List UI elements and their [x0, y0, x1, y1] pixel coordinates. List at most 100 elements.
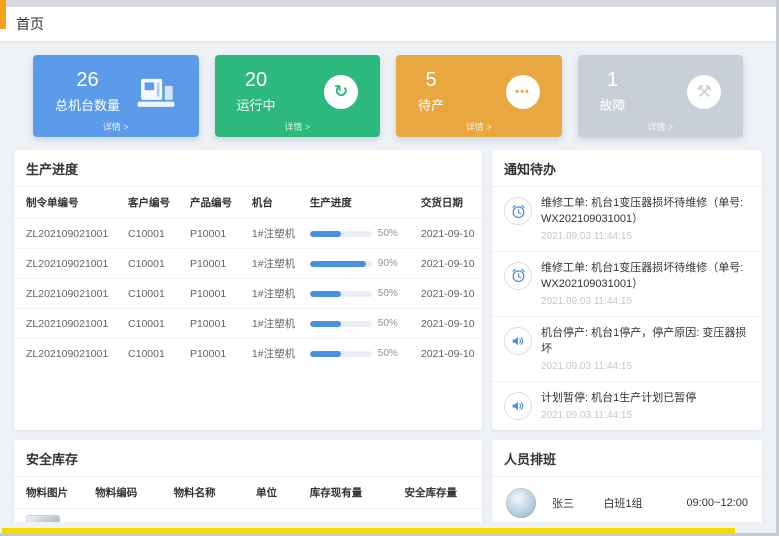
cell-date: 2021-09-10 — [416, 339, 482, 369]
speaker-icon — [504, 327, 532, 355]
stat-value: 5 — [418, 69, 444, 91]
panel-title: 人员排班 — [492, 440, 762, 477]
progress-bar — [310, 231, 372, 237]
detail-link[interactable]: 详情 > — [45, 120, 187, 134]
fault-icon: ⚒ — [687, 75, 721, 109]
panel-title: 生产进度 — [14, 150, 482, 187]
cell-product: P10001 — [185, 279, 247, 309]
cell-date: 2021-09-10 — [416, 249, 482, 279]
notices-panel: 通知待办 维修工单: 机台1变压器损坏待维修（单号: WX20210903100… — [492, 150, 762, 430]
clock-icon — [504, 262, 532, 290]
detail-link[interactable]: 详情 > — [408, 120, 550, 134]
col-code: 物料编码 — [90, 477, 168, 509]
progress-value: 50% — [378, 288, 398, 299]
cell-progress: 50% — [305, 309, 416, 339]
tab-home[interactable]: 首页 — [16, 14, 44, 34]
cell-order: ZL202109021001 — [14, 249, 123, 279]
col-safety: 安全库存量 — [400, 477, 483, 509]
progress-value: 50% — [378, 348, 398, 359]
top-bar: 首页 — [0, 7, 776, 42]
cell-machine: 1#注塑机 — [247, 249, 305, 279]
cell-name: RJ45接口 — [169, 508, 251, 522]
notice-item[interactable]: 计划暂停: 机台1生产计划已暂停 2021.09.03 11:44:15 — [492, 382, 762, 430]
person-time: 09:00~12:00 — [687, 497, 748, 509]
cell-product: P10001 — [185, 249, 247, 279]
notice-item[interactable]: 机台停产: 机台1停产，停产原因: 变压器损坏 2021.09.03 11:44… — [492, 317, 762, 382]
person-shift: 白班1组 — [603, 495, 686, 511]
production-row[interactable]: ZL202109021001 C10001 P10001 1#注塑机 50% 2… — [14, 339, 482, 369]
cell-customer: C10001 — [123, 309, 185, 339]
panel-title: 通知待办 — [492, 150, 762, 187]
table-header-row: 物料图片 物料编码 物料名称 单位 库存现有量 安全库存量 — [14, 477, 482, 509]
notice-body: 维修工单: 机台1变压器损坏待维修（单号: WX202109031001） 20… — [541, 261, 750, 307]
cell-unit: 个 — [251, 508, 305, 522]
cell-machine: 1#注塑机 — [247, 279, 305, 309]
window-top-strip — [0, 0, 776, 7]
schedule-row: 张三 白班1组 09:00~12:00 — [492, 477, 762, 522]
card-main: 1 故障 ⚒ — [590, 63, 732, 120]
schedule-panel: 人员排班 张三 白班1组 09:00~12:00 李四 白班2组 12:00~1… — [492, 440, 762, 522]
cell-product: P10001 — [185, 219, 247, 249]
col-photo: 物料图片 — [14, 477, 90, 509]
progress-value: 50% — [378, 318, 398, 329]
col-product: 产品编号 — [185, 187, 247, 219]
cell-date: 2021-09-10 — [416, 219, 482, 249]
col-name: 物料名称 — [169, 477, 251, 509]
production-row[interactable]: ZL202109021001 C10001 P10001 1#注塑机 90% 2… — [14, 249, 482, 279]
running-icon: ↻ — [324, 75, 358, 109]
cell-order: ZL202109021001 — [14, 279, 123, 309]
stat-card-running[interactable]: 20 运行中 ↻ 详情 > — [215, 55, 381, 137]
notice-item[interactable]: 维修工单: 机台1变压器损坏待维修（单号: WX202109031001） 20… — [492, 187, 762, 252]
col-customer: 客户编号 — [123, 187, 185, 219]
cell-progress: 50% — [305, 219, 416, 249]
person-name: 张三 — [552, 495, 603, 511]
cell-customer: C10001 — [123, 279, 185, 309]
stat-card-fault[interactable]: 1 故障 ⚒ 详情 > — [578, 55, 744, 137]
notice-time: 2021.09.03 11:44:15 — [541, 231, 750, 242]
window-accent-left — [0, 0, 6, 29]
cell-progress: 50% — [305, 339, 416, 369]
cell-customer: C10001 — [123, 219, 185, 249]
production-row[interactable]: ZL202109021001 C10001 P10001 1#注塑机 50% 2… — [14, 279, 482, 309]
stat-value: 1 — [600, 69, 626, 91]
card-main: 20 运行中 ↻ — [227, 63, 369, 120]
cell-progress: 50% — [305, 279, 416, 309]
cell-machine: 1#注塑机 — [247, 309, 305, 339]
cell-date: 2021-09-10 — [416, 309, 482, 339]
stat-cards-row: 26 总机台数量 详情 > — [14, 55, 762, 137]
production-table: 制令单编号 客户编号 产品编号 机台 生产进度 交货日期 ZL202109021… — [14, 187, 482, 368]
cell-safety: 900 — [400, 508, 483, 522]
notice-text: 机台停产: 机台1停产，停产原因: 变压器损坏 — [541, 326, 750, 358]
notice-body: 计划暂停: 机台1生产计划已暂停 2021.09.03 11:44:15 — [541, 391, 696, 421]
production-row[interactable]: ZL202109021001 C10001 P10001 1#注塑机 50% 2… — [14, 309, 482, 339]
notice-text: 维修工单: 机台1变压器损坏待维修（单号: WX202109031001） — [541, 196, 750, 228]
progress-bar — [310, 291, 372, 297]
cell-machine: 1#注塑机 — [247, 339, 305, 369]
progress-bar — [310, 261, 372, 267]
inventory-row[interactable]: M100001 RJ45接口 个 750 900 — [14, 508, 482, 522]
stat-label: 总机台数量 — [55, 95, 120, 114]
detail-link[interactable]: 详情 > — [227, 120, 369, 134]
col-stock: 库存现有量 — [305, 477, 400, 509]
stat-card-standby[interactable]: 5 待产 ••• 详情 > — [396, 55, 562, 137]
notice-time: 2021.09.03 11:44:15 — [541, 410, 696, 421]
cell-code: M100001 — [90, 508, 168, 522]
card-main: 26 总机台数量 — [45, 63, 187, 120]
progress-value: 90% — [378, 258, 398, 269]
notice-body: 机台停产: 机台1停产，停产原因: 变压器损坏 2021.09.03 11:44… — [541, 326, 750, 372]
speaker-icon — [504, 392, 532, 420]
panel-title: 安全库存 — [14, 440, 482, 477]
cell-machine: 1#注塑机 — [247, 219, 305, 249]
production-row[interactable]: ZL202109021001 C10001 P10001 1#注塑机 50% 2… — [14, 219, 482, 249]
col-order: 制令单编号 — [14, 187, 123, 219]
cell-order: ZL202109021001 — [14, 339, 123, 369]
notice-item[interactable]: 维修工单: 机台1变压器损坏待维修（单号: WX202109031001） 20… — [492, 252, 762, 317]
notice-time: 2021.09.03 11:44:15 — [541, 296, 750, 307]
machine-icon — [135, 74, 177, 110]
detail-link[interactable]: 详情 > — [590, 120, 732, 134]
card-info: 1 故障 — [600, 69, 626, 114]
clock-icon — [504, 197, 532, 225]
stat-card-total-machines[interactable]: 26 总机台数量 详情 > — [33, 55, 199, 137]
cell-progress: 90% — [305, 249, 416, 279]
production-progress-panel: 生产进度 制令单编号 客户编号 产品编号 机台 生产进度 交货日期 — [14, 150, 482, 430]
